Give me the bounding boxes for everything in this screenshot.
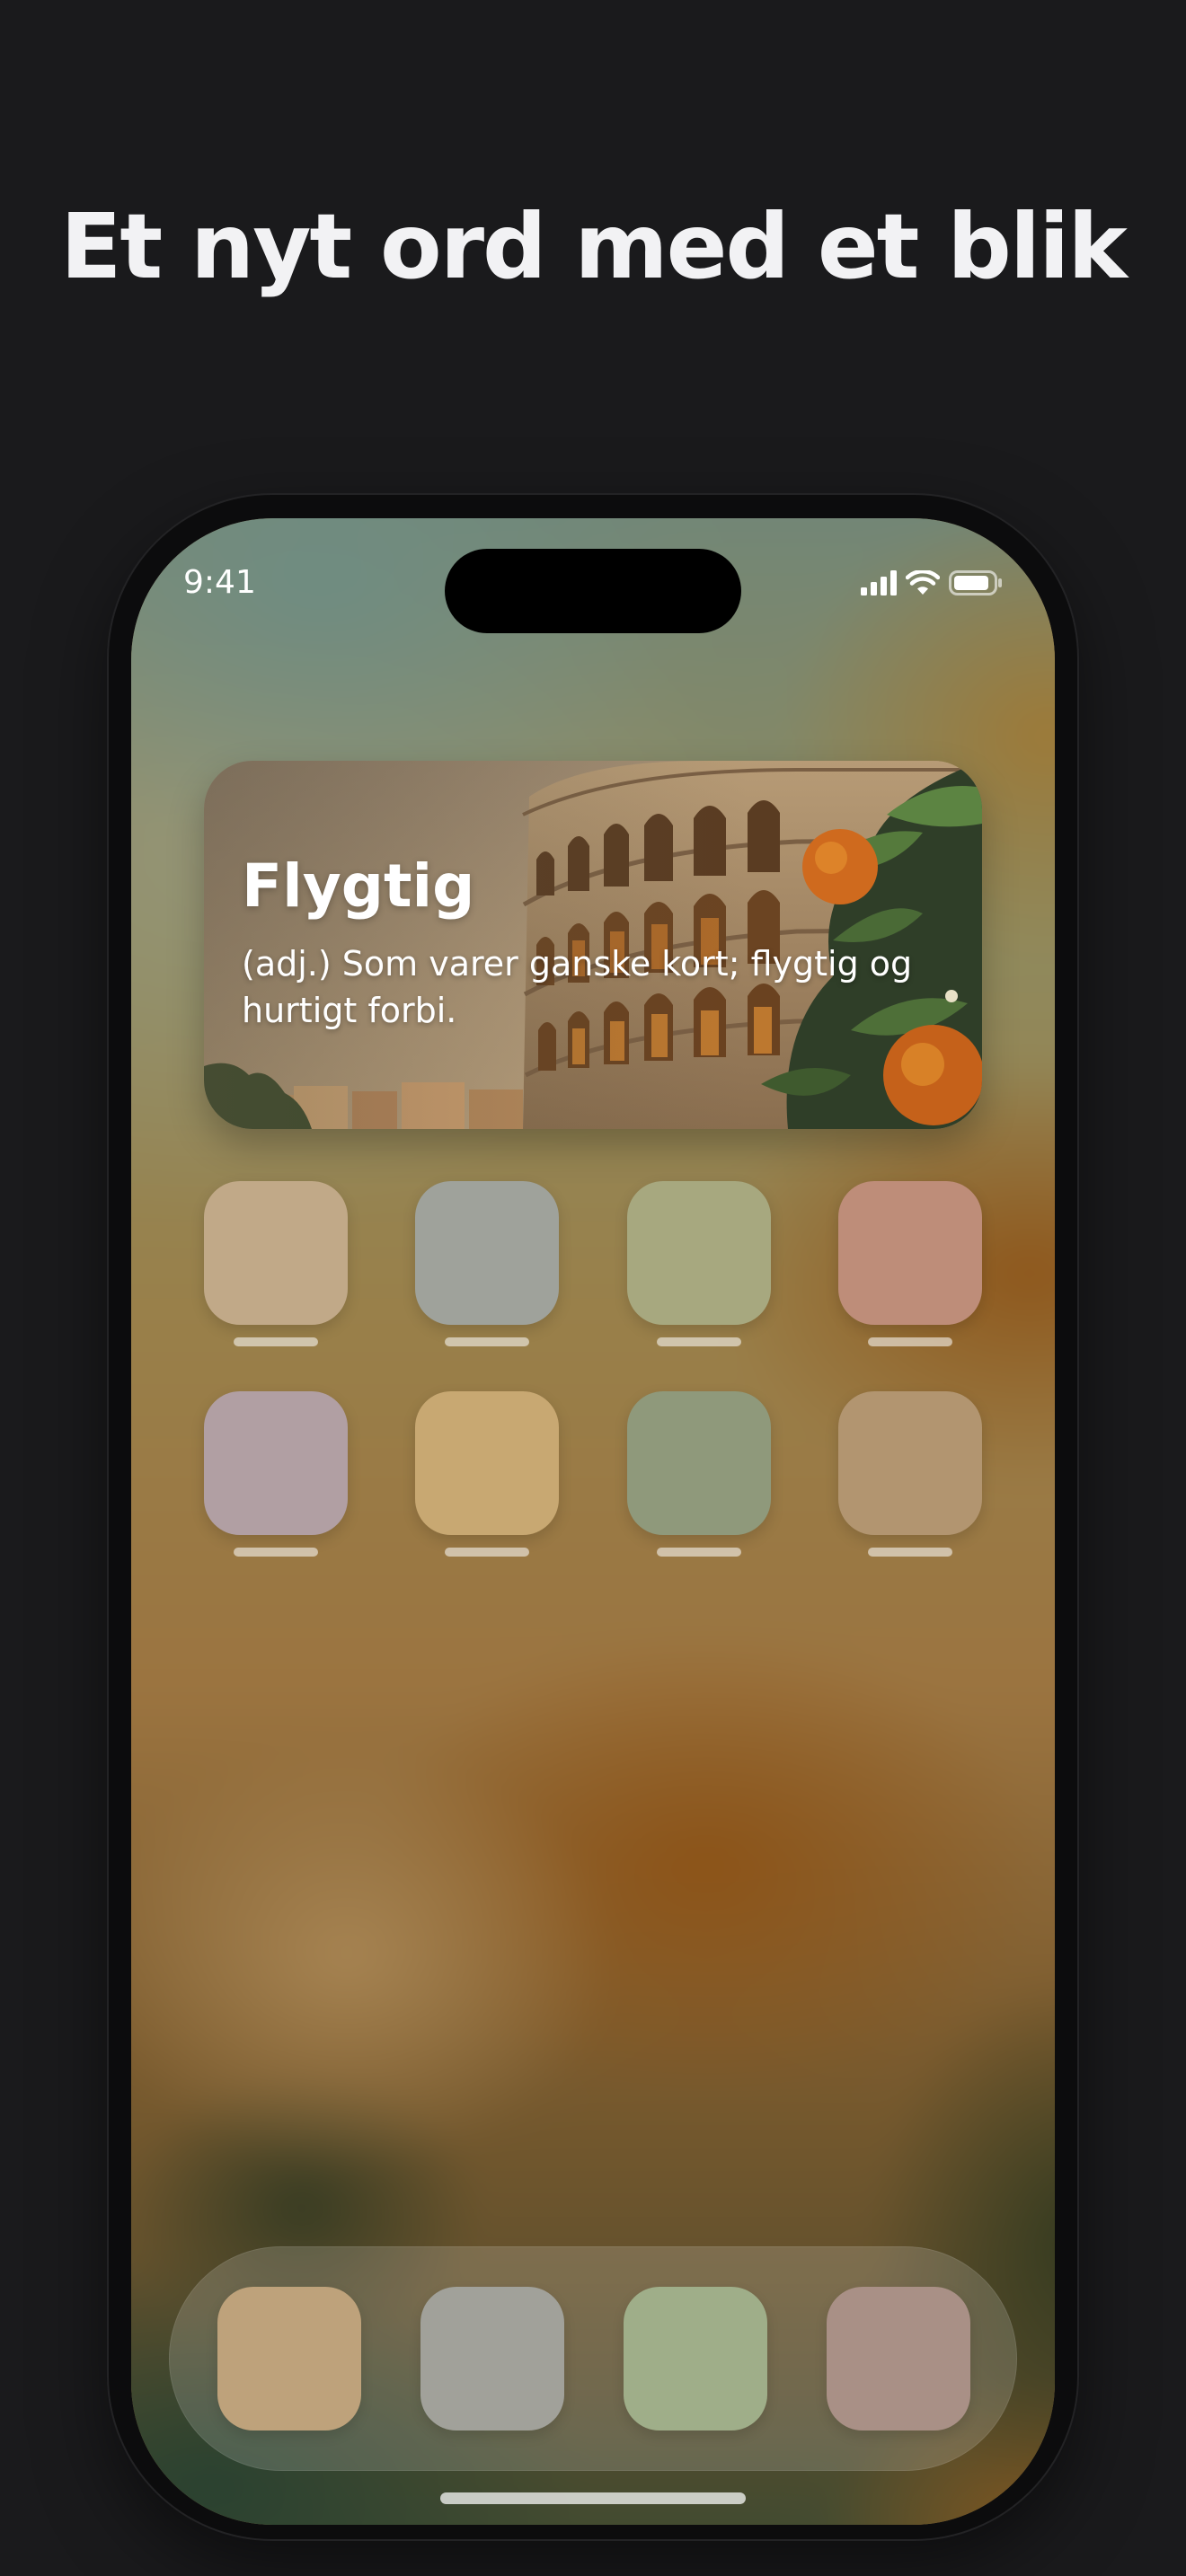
- app-icon-placeholder[interactable]: [415, 1391, 559, 1535]
- dock-app-icon[interactable]: [420, 2287, 564, 2430]
- phone-screen: 9:41 Flygtig (adj.) Som varer ganske kor…: [131, 518, 1055, 2525]
- app-label-placeholder: [445, 1548, 529, 1557]
- dock-app-icon[interactable]: [624, 2287, 767, 2430]
- dock-app-icon[interactable]: [217, 2287, 361, 2430]
- app-label-placeholder: [234, 1337, 318, 1346]
- cellular-signal-icon: [861, 570, 897, 595]
- app-label-placeholder: [868, 1548, 952, 1557]
- dock-app-icon[interactable]: [827, 2287, 970, 2430]
- page-headline: Et nyt ord med et blik: [60, 194, 1128, 299]
- app-icon-placeholder[interactable]: [627, 1391, 771, 1535]
- battery-icon: [949, 570, 1002, 595]
- app-label-placeholder: [868, 1337, 952, 1346]
- dynamic-island: [445, 549, 741, 633]
- app-label-placeholder: [445, 1337, 529, 1346]
- app-label-placeholder: [234, 1548, 318, 1557]
- app-icon-placeholder[interactable]: [838, 1181, 982, 1325]
- app-icon-placeholder[interactable]: [204, 1391, 348, 1535]
- widget-word: Flygtig: [242, 851, 475, 921]
- app-icon-placeholder[interactable]: [838, 1391, 982, 1535]
- app-icon-placeholder[interactable]: [415, 1181, 559, 1325]
- app-icon-placeholder[interactable]: [627, 1181, 771, 1325]
- status-time: 9:41: [183, 564, 256, 601]
- dock: [169, 2246, 1017, 2471]
- status-icons: [861, 569, 1003, 596]
- app-label-placeholder: [657, 1337, 741, 1346]
- app-icon-placeholder[interactable]: [204, 1181, 348, 1325]
- app-label-placeholder: [657, 1548, 741, 1557]
- word-of-the-day-widget[interactable]: Flygtig (adj.) Som varer ganske kort; fl…: [204, 761, 982, 1129]
- wifi-icon: [906, 570, 940, 595]
- status-bar: 9:41: [131, 518, 1055, 633]
- home-indicator[interactable]: [440, 2492, 746, 2504]
- widget-definition: (adj.) Som varer ganske kort; flygtig og…: [242, 944, 913, 1030]
